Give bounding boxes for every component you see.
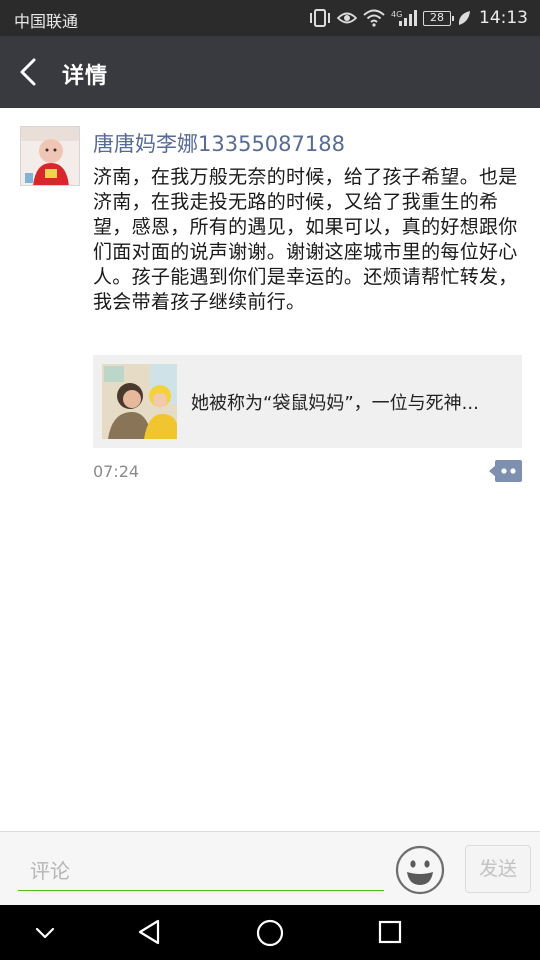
clock: 14:13: [479, 8, 528, 28]
system-nav-bar: [0, 905, 540, 960]
chevron-down-icon[interactable]: [34, 923, 56, 943]
post-text: 济南，在我万般无奈的时候，给了孩子希望。也是济南，在我走投无路的时候，又给了我重…: [93, 166, 518, 313]
shared-link-card[interactable]: 她被称为“袋鼠妈妈”，一位与死神...: [93, 355, 522, 448]
status-icons: 4G 28 14:13: [309, 6, 528, 30]
chevron-left-icon[interactable]: [14, 56, 46, 88]
page-title: 详情: [62, 64, 109, 89]
recents-square-icon[interactable]: [377, 919, 403, 945]
back-triangle-icon[interactable]: [136, 918, 164, 946]
comment-bubble-icon[interactable]: [489, 459, 523, 483]
carrier-name: 中国联通: [14, 12, 79, 31]
link-title: 她被称为“袋鼠妈妈”，一位与死神...: [191, 393, 479, 414]
battery-icon: 28: [423, 10, 454, 26]
title-bar: 详情: [0, 36, 540, 108]
vibrate-icon: [310, 9, 330, 27]
comment-bar: 发送: [0, 831, 540, 905]
battery-level: 28: [430, 10, 444, 24]
post-time: 07:24: [93, 462, 140, 481]
status-bar: 中国联通 4G 28 14:13: [0, 0, 540, 36]
link-thumbnail: [102, 364, 177, 439]
home-circle-icon[interactable]: [255, 918, 285, 948]
signal-4g-icon: 4G: [391, 10, 417, 26]
comment-input[interactable]: [18, 851, 384, 891]
svg-text:4G: 4G: [391, 10, 402, 19]
eye-icon: [337, 12, 357, 24]
leaf-icon: [458, 11, 470, 25]
wifi-icon: [363, 9, 385, 27]
author-name[interactable]: 唐唐妈李娜13355087188: [93, 128, 345, 158]
smiley-icon[interactable]: [395, 845, 445, 895]
send-button[interactable]: 发送: [465, 845, 531, 893]
avatar[interactable]: [20, 126, 80, 186]
